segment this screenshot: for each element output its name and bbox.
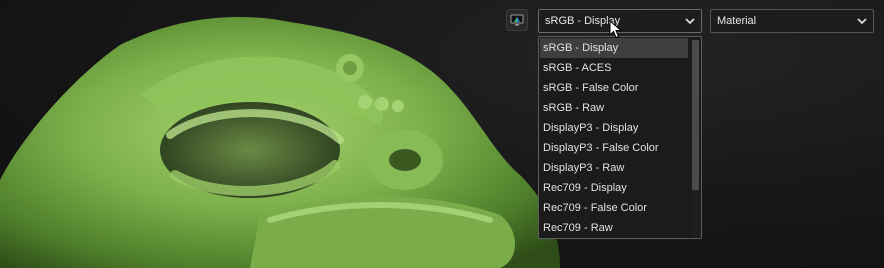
dropdown-scrollbar-thumb[interactable] [692,40,699,190]
dropdown-option[interactable]: Rec709 - Raw [540,218,688,238]
dropdown-option[interactable]: DisplayP3 - False Color [540,138,688,158]
dropdown-option[interactable]: DisplayP3 - Display [540,118,688,138]
dropdown-option[interactable]: sRGB - Raw [540,98,688,118]
dropdown-option[interactable]: DisplayP3 - Raw [540,158,688,178]
dropdown-option[interactable]: sRGB - ACES [540,58,688,78]
colorspace-dropdown-list[interactable]: sRGB - Display sRGB - ACES sRGB - False … [538,36,702,239]
mouse-cursor-icon [609,20,623,39]
dropdown-option[interactable]: sRGB - Display [540,38,688,58]
monitor-color-icon [510,14,524,26]
dropdown-option[interactable]: Rec709 - False Color [540,198,688,218]
material-select[interactable]: Material [710,9,874,33]
chevron-down-icon [857,18,867,25]
display-settings-button[interactable] [506,9,528,31]
material-select-value: Material [717,15,757,27]
chevron-down-icon [685,18,695,25]
dropdown-option[interactable]: sRGB - False Color [540,78,688,98]
green-creature-3d-model [0,16,560,268]
dropdown-option[interactable]: Rec709 - Display [540,178,688,198]
3d-viewport[interactable] [0,0,884,268]
